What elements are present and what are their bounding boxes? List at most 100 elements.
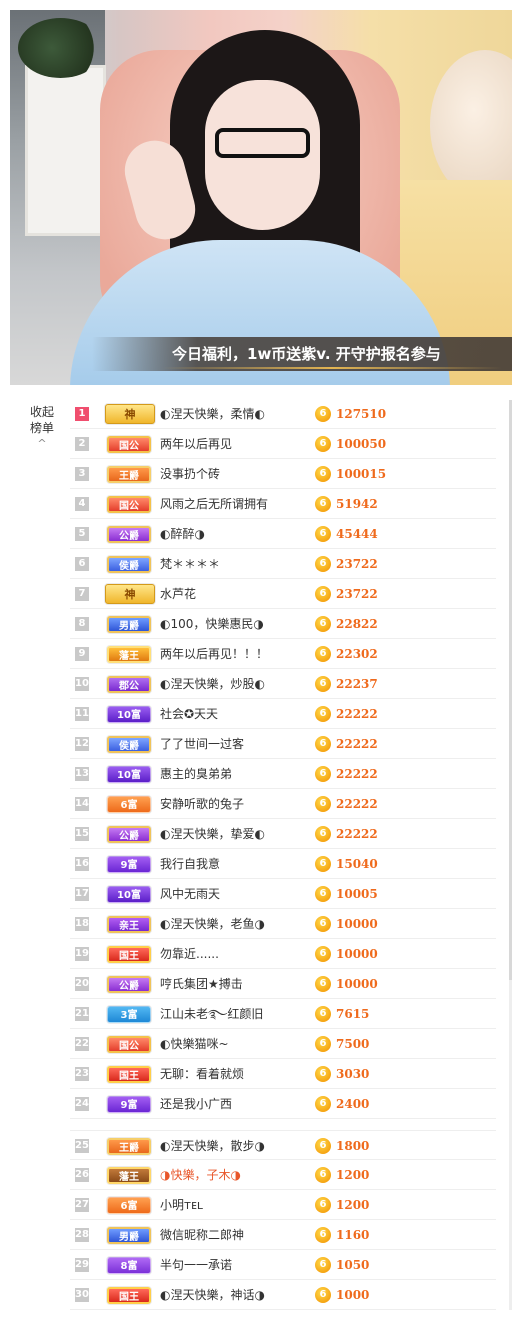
leaderboard-row[interactable]: 3 王爵 没事扔个砖 6 100015 bbox=[70, 459, 496, 489]
user-nickname[interactable]: 社会✪天天 bbox=[160, 699, 310, 729]
leaderboard-row[interactable]: 28 男爵 微信昵称二郎神 6 1160 bbox=[70, 1220, 496, 1250]
user-nickname[interactable]: 两年以后再见！！！ bbox=[160, 639, 310, 669]
user-nickname[interactable]: ◐100，快樂惠民◑ bbox=[160, 609, 310, 639]
user-nickname[interactable]: ◐醉醉◑ bbox=[160, 519, 310, 549]
noble-badge-icon: 亲王 bbox=[107, 916, 151, 933]
coin-icon: 6 bbox=[315, 856, 331, 872]
rank-number: 5 bbox=[75, 527, 89, 541]
rank-number: 2 bbox=[75, 437, 89, 451]
leaderboard-row[interactable]: 17 10富 风中无雨天 6 10005 bbox=[70, 879, 496, 909]
coin-icon: 6 bbox=[315, 916, 331, 932]
coin-icon: 6 bbox=[315, 556, 331, 572]
noble-badge-icon: 王爵 bbox=[107, 466, 151, 483]
leaderboard-row[interactable]: 22 国公 ◐快樂猫咪~ 6 7500 bbox=[70, 1029, 496, 1059]
noble-badge-icon: 国王 bbox=[107, 946, 151, 963]
leaderboard-row[interactable]: 8 男爵 ◐100，快樂惠民◑ 6 22822 bbox=[70, 609, 496, 639]
user-nickname[interactable]: 勿靠近...... bbox=[160, 939, 310, 969]
leaderboard-row[interactable]: 27 6富 小明ᴛᴇʟ 6 1200 bbox=[70, 1190, 496, 1220]
collapse-board-button[interactable]: 收起 榜单 ^ bbox=[22, 404, 62, 450]
leaderboard-row[interactable]: 14 6富 安静听歌的兔子 6 22222 bbox=[70, 789, 496, 819]
contribution-score: 22237 bbox=[336, 677, 378, 691]
contribution-score: 10005 bbox=[336, 887, 378, 901]
leaderboard-row[interactable]: 21 3富 江山未老࿐红颜旧 6 7615 bbox=[70, 999, 496, 1029]
leaderboard-row[interactable]: 18 亲王 ◐涅天快樂，老鱼◑ 6 10000 bbox=[70, 909, 496, 939]
leaderboard-row[interactable]: 19 国王 勿靠近...... 6 10000 bbox=[70, 939, 496, 969]
user-nickname[interactable]: 风雨之后无所谓拥有 bbox=[160, 489, 310, 519]
noble-badge-icon: 侯爵 bbox=[107, 556, 151, 573]
user-nickname[interactable]: 半句一一承诺 bbox=[160, 1250, 310, 1280]
user-nickname[interactable]: ◐涅天快樂，炒股◐ bbox=[160, 669, 310, 699]
contribution-score: 22222 bbox=[336, 767, 378, 781]
leaderboard-row[interactable]: 12 侯爵 了了世间一过客 6 22222 bbox=[70, 729, 496, 759]
user-nickname[interactable]: ◐涅天快樂，柔情◐ bbox=[160, 399, 310, 429]
coin-icon: 6 bbox=[315, 796, 331, 812]
live-video-player[interactable]: 今日福利，1w币送紫v. 开守护报名参与 bbox=[10, 10, 512, 385]
coin-icon: 6 bbox=[315, 496, 331, 512]
noble-badge-icon: 男爵 bbox=[107, 616, 151, 633]
contribution-score: 127510 bbox=[336, 407, 387, 421]
user-nickname[interactable]: ◐快樂猫咪~ bbox=[160, 1029, 310, 1059]
user-nickname[interactable]: 小明ᴛᴇʟ bbox=[160, 1190, 310, 1220]
leaderboard-row[interactable]: 24 9富 还是我小广西 6 2400 bbox=[70, 1089, 496, 1119]
contribution-score: 23722 bbox=[336, 587, 378, 601]
leaderboard-row[interactable]: 4 国公 风雨之后无所谓拥有 6 51942 bbox=[70, 489, 496, 519]
leaderboard-row[interactable]: 2 国公 两年以后再见 6 100050 bbox=[70, 429, 496, 459]
user-nickname[interactable]: 江山未老࿐红颜旧 bbox=[160, 999, 310, 1029]
leaderboard-row[interactable]: 9 藩王 两年以后再见！！！ 6 22302 bbox=[70, 639, 496, 669]
noble-badge-icon: 公爵 bbox=[107, 526, 151, 543]
user-nickname[interactable]: ◐涅天快樂，老鱼◑ bbox=[160, 909, 310, 939]
user-nickname[interactable]: 风中无雨天 bbox=[160, 879, 310, 909]
leaderboard-row[interactable]: 11 10富 社会✪天天 6 22222 bbox=[70, 699, 496, 729]
user-nickname[interactable]: 两年以后再见 bbox=[160, 429, 310, 459]
leaderboard-row[interactable]: 25 王爵 ◐涅天快樂，散步◑ 6 1800 bbox=[70, 1130, 496, 1160]
contribution-score: 100015 bbox=[336, 467, 387, 481]
contribution-score: 1800 bbox=[336, 1139, 370, 1153]
rank-number: 12 bbox=[75, 737, 89, 751]
leaderboard-row[interactable]: 16 9富 我行自我意 6 15040 bbox=[70, 849, 496, 879]
rank-number: 15 bbox=[75, 827, 89, 841]
user-nickname[interactable]: 还是我小广西 bbox=[160, 1089, 310, 1119]
leaderboard-row[interactable]: 13 10富 惠主的臭弟弟 6 22222 bbox=[70, 759, 496, 789]
user-nickname[interactable]: 梵＊＊＊＊ bbox=[160, 549, 310, 579]
leaderboard-row[interactable]: 6 侯爵 梵＊＊＊＊ 6 23722 bbox=[70, 549, 496, 579]
user-nickname[interactable]: 惠主的臭弟弟 bbox=[160, 759, 310, 789]
user-nickname[interactable]: 安静听歌的兔子 bbox=[160, 789, 310, 819]
coin-icon: 6 bbox=[315, 766, 331, 782]
leaderboard-row[interactable]: 1 神 ◐涅天快樂，柔情◐ 6 127510 bbox=[70, 399, 496, 429]
coin-icon: 6 bbox=[315, 826, 331, 842]
leaderboard-row[interactable]: 5 公爵 ◐醉醉◑ 6 45444 bbox=[70, 519, 496, 549]
coin-icon: 6 bbox=[315, 1287, 331, 1303]
user-nickname[interactable]: ◐涅天快樂，挚爱◐ bbox=[160, 819, 310, 849]
user-nickname[interactable]: 哼氏集团★搏击 bbox=[160, 969, 310, 999]
leaderboard-row[interactable]: 7 神水芦花 6 23722 bbox=[70, 579, 496, 609]
coin-icon: 6 bbox=[315, 976, 331, 992]
user-nickname[interactable]: 水芦花 bbox=[160, 579, 310, 609]
noble-badge-icon: 国王 bbox=[107, 1287, 151, 1304]
user-nickname[interactable]: 无聊：看着就烦 bbox=[160, 1059, 310, 1089]
scrollbar-thumb[interactable] bbox=[509, 400, 512, 980]
user-nickname[interactable]: 我行自我意 bbox=[160, 849, 310, 879]
contribution-score: 1000 bbox=[336, 1288, 370, 1302]
user-nickname[interactable]: ◐涅天快樂，神话◑ bbox=[160, 1280, 310, 1310]
video-promo-banner: 今日福利，1w币送紫v. 开守护报名参与 bbox=[92, 337, 512, 371]
user-nickname[interactable]: 微信昵称二郎神 bbox=[160, 1220, 310, 1250]
noble-badge-icon: 国王 bbox=[107, 1066, 151, 1083]
leaderboard-row[interactable]: 23 国王 无聊：看着就烦 6 3030 bbox=[70, 1059, 496, 1089]
leaderboard-row[interactable]: 26 藩王 ◑快樂，子木◑ 6 1200 bbox=[70, 1160, 496, 1190]
leaderboard-row[interactable]: 30 国王 ◐涅天快樂，神话◑ 6 1000 bbox=[70, 1280, 496, 1310]
leaderboard-row[interactable]: 20 公爵 哼氏集团★搏击 6 10000 bbox=[70, 969, 496, 999]
coin-icon: 6 bbox=[315, 886, 331, 902]
coin-icon: 6 bbox=[315, 1036, 331, 1052]
rank-number: 8 bbox=[75, 617, 89, 631]
leaderboard-row[interactable]: 15 公爵 ◐涅天快樂，挚爱◐ 6 22222 bbox=[70, 819, 496, 849]
noble-badge-icon: 9富 bbox=[107, 856, 151, 873]
collapse-label: 收起 bbox=[29, 405, 54, 419]
user-nickname[interactable]: 没事扔个砖 bbox=[160, 459, 310, 489]
leaderboard-row[interactable]: 10 郡公 ◐涅天快樂，炒股◐ 6 22237 bbox=[70, 669, 496, 699]
user-nickname[interactable]: ◐涅天快樂，散步◑ bbox=[160, 1131, 310, 1161]
noble-badge-icon: 郡公 bbox=[107, 676, 151, 693]
contribution-score: 7615 bbox=[336, 1007, 370, 1021]
user-nickname[interactable]: 了了世间一过客 bbox=[160, 729, 310, 759]
leaderboard-row[interactable]: 29 8富 半句一一承诺 6 1050 bbox=[70, 1250, 496, 1280]
user-nickname[interactable]: ◑快樂，子木◑ bbox=[160, 1160, 310, 1190]
